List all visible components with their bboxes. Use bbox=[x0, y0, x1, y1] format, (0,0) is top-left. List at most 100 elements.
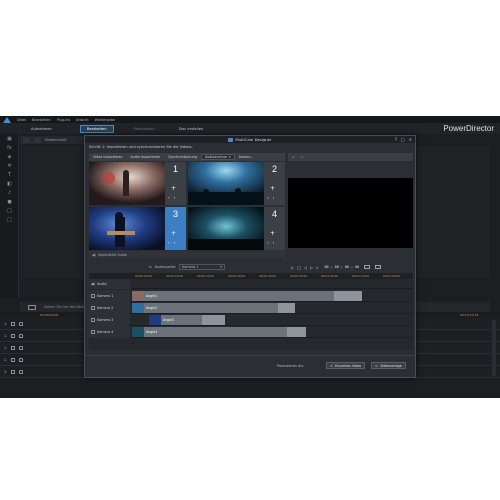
help-icon[interactable]: ? bbox=[395, 137, 397, 142]
imported-audio-row[interactable]: ◀) Importierte Audio bbox=[89, 251, 285, 258]
library-tab-media[interactable] bbox=[23, 137, 30, 143]
subtitle-icon[interactable]: □ bbox=[0, 215, 19, 224]
maximize-icon[interactable]: □ bbox=[401, 137, 405, 142]
play-icon[interactable]: ▷ bbox=[291, 265, 294, 270]
add-icon[interactable]: + bbox=[270, 230, 275, 237]
brand-name: PowerDirector bbox=[443, 124, 494, 133]
pip-icon[interactable]: ◈ bbox=[0, 152, 19, 161]
chapter-icon[interactable]: □ bbox=[0, 206, 19, 215]
camera-slot-2[interactable]: 2 + ‹› bbox=[188, 162, 285, 205]
video-template-button[interactable]: ▭ Videovorlage bbox=[371, 362, 406, 369]
camera-1-thumbnail bbox=[89, 162, 165, 205]
audio-mixing-icon[interactable]: ♪ bbox=[0, 188, 19, 197]
multicam-icon bbox=[228, 137, 234, 142]
add-icon[interactable]: + bbox=[171, 185, 176, 192]
camera-slot-3[interactable]: 3 + ‹› bbox=[89, 207, 186, 250]
camera-track[interactable]: Kamera 1 Angle1 bbox=[89, 290, 413, 302]
close-icon[interactable]: ✕ bbox=[409, 137, 412, 142]
snapshot-icon[interactable] bbox=[364, 265, 371, 269]
library-tab-import[interactable] bbox=[34, 137, 41, 143]
nudge-arrows-icon[interactable]: ‹› bbox=[168, 240, 179, 245]
nudge-arrows-icon[interactable]: ‹› bbox=[267, 195, 278, 200]
mode-tab-capture[interactable]: Aufnehmen bbox=[25, 125, 58, 133]
track-number: 1. bbox=[4, 321, 8, 326]
particle-icon[interactable]: ✲ bbox=[0, 161, 19, 170]
menu-playback[interactable]: Wiedergabe bbox=[92, 118, 118, 122]
import-audio-button[interactable]: Audio importieren bbox=[127, 155, 165, 159]
apply-button[interactable]: Anwen... bbox=[235, 155, 257, 159]
fast-forward-icon[interactable]: » bbox=[316, 265, 318, 270]
video-clip[interactable]: Angle4 bbox=[132, 327, 307, 337]
single-video-button[interactable]: ▭ Einzelnes Video bbox=[326, 362, 366, 369]
fullscreen-icon[interactable] bbox=[375, 265, 382, 269]
timeline-vertical-scrollbar[interactable] bbox=[492, 320, 496, 376]
track-visible-checkbox[interactable] bbox=[11, 357, 16, 362]
mode-tab-produce[interactable]: Produzieren bbox=[128, 125, 161, 133]
voice-over-icon[interactable]: ● bbox=[0, 197, 19, 206]
camera-track-label: Kamera 4 bbox=[97, 330, 114, 334]
video-clip[interactable]: Angle3 bbox=[148, 315, 225, 325]
imported-audio-label: Importierte Audio bbox=[97, 252, 127, 257]
track-visible-checkbox[interactable] bbox=[11, 369, 16, 374]
video-clip[interactable]: Angle1 bbox=[132, 291, 363, 301]
camera-grid: 1 + ‹› 2 + ‹› 3 + ‹› 4 + ‹› bbox=[89, 162, 285, 250]
audio-track-header: ◀) Audio bbox=[89, 279, 130, 289]
transition-icon[interactable]: ◧ bbox=[0, 179, 19, 188]
lock-icon[interactable] bbox=[19, 357, 24, 362]
camera-track-header: Kamera 2 bbox=[89, 302, 130, 314]
previous-frame-icon[interactable]: ◁ bbox=[304, 265, 307, 270]
menu-view[interactable]: Ansicht bbox=[73, 118, 92, 122]
audio-track[interactable]: ◀) Audio bbox=[89, 279, 413, 289]
mode-tab-edit[interactable]: Bearbeiten bbox=[79, 124, 114, 133]
lock-icon[interactable] bbox=[19, 333, 24, 338]
title-icon[interactable]: T bbox=[0, 170, 19, 179]
mode-tab-create-disc[interactable]: Disc erstellen bbox=[173, 125, 209, 133]
track-checkbox[interactable] bbox=[91, 330, 95, 334]
menu-edit[interactable]: Bearbeiten bbox=[29, 118, 54, 122]
nudge-arrows-icon[interactable]: ‹› bbox=[168, 195, 179, 200]
video-template-label: Videovorlage bbox=[380, 363, 402, 368]
camera-number: 3 bbox=[172, 209, 178, 219]
camera-track[interactable]: Kamera 2 Angle2 bbox=[89, 302, 413, 314]
import-video-button[interactable]: Video importieren bbox=[89, 155, 127, 159]
chevron-down-icon: ▾ bbox=[228, 155, 231, 159]
ruler-tick: 00;00;00;00 bbox=[135, 274, 153, 278]
track-checkbox[interactable] bbox=[91, 294, 95, 298]
clip-tail bbox=[202, 315, 225, 325]
track-checkbox[interactable] bbox=[91, 306, 95, 310]
track-checkbox[interactable] bbox=[91, 318, 95, 322]
camera-slot-4[interactable]: 4 + ‹› bbox=[188, 207, 285, 250]
folder-icon[interactable] bbox=[28, 304, 36, 310]
lock-icon[interactable] bbox=[19, 345, 24, 350]
camera-track[interactable]: Kamera 3 Angle3 bbox=[89, 314, 413, 326]
library-header: Medieninhalt bbox=[20, 136, 90, 144]
menu-bar: Datei Bearbeiten Plug-Ins Ansicht Wieder… bbox=[0, 116, 500, 123]
next-frame-icon[interactable]: ▷ bbox=[310, 265, 313, 270]
lock-icon[interactable] bbox=[19, 321, 24, 326]
lock-icon[interactable] bbox=[19, 369, 24, 374]
stop-icon[interactable]: □ bbox=[297, 265, 301, 270]
media-room-icon[interactable]: ▣ bbox=[0, 134, 19, 143]
video-clip[interactable]: Angle2 bbox=[132, 303, 295, 313]
redo-icon[interactable]: ↷ bbox=[300, 155, 303, 160]
add-icon[interactable]: + bbox=[171, 230, 176, 237]
camera-track-label: Kamera 3 bbox=[97, 318, 114, 322]
track-visible-checkbox[interactable] bbox=[11, 321, 16, 326]
library-header-label: Medieninhalt bbox=[45, 138, 67, 142]
menu-file[interactable]: Datei bbox=[14, 118, 29, 122]
undo-icon[interactable]: ↶ bbox=[292, 155, 295, 160]
add-icon[interactable]: + bbox=[270, 185, 275, 192]
audio-source-select[interactable]: Kamera 1 ▾ bbox=[178, 264, 225, 270]
camera-slot-1[interactable]: 1 + ‹› bbox=[89, 162, 186, 205]
menu-plugins[interactable]: Plug-Ins bbox=[54, 118, 73, 122]
fx-icon[interactable]: fx bbox=[0, 143, 19, 152]
track-number: 2. bbox=[4, 345, 8, 350]
camera-track[interactable]: Kamera 4 Angle4 bbox=[89, 326, 413, 338]
track-visible-checkbox[interactable] bbox=[11, 333, 16, 338]
nudge-arrows-icon[interactable]: ‹› bbox=[267, 240, 278, 245]
clip-tail bbox=[278, 303, 295, 313]
sync-method-select[interactable]: Audioanalyse ▾ bbox=[200, 154, 235, 160]
track-visible-checkbox[interactable] bbox=[11, 345, 16, 350]
clip-tail bbox=[286, 327, 307, 337]
camera-3-side: 3 + ‹› bbox=[165, 207, 186, 250]
